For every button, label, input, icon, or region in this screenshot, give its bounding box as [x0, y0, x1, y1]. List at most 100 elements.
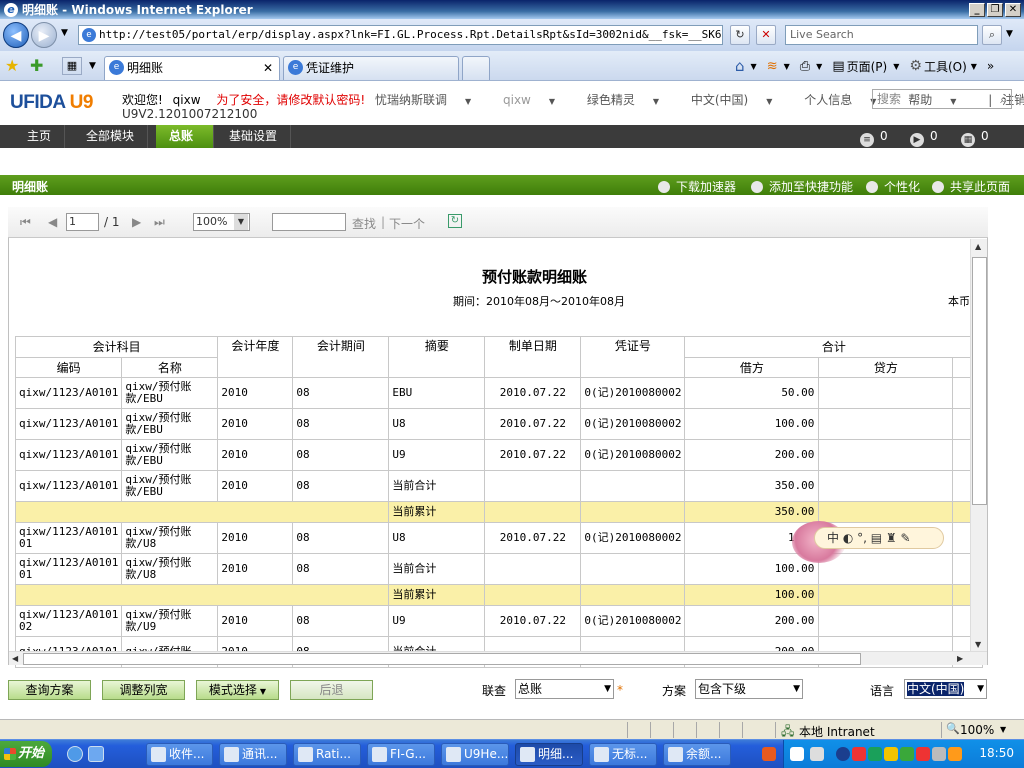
tray-app-icon[interactable]	[836, 747, 850, 761]
next-page-icon[interactable]: ▶	[132, 215, 141, 229]
tab-voucher[interactable]: e 凭证维护	[283, 56, 459, 80]
add-favorites-icon[interactable]: ✚	[30, 56, 43, 75]
tray-update-icon[interactable]	[916, 747, 930, 761]
horizontal-scrollbar[interactable]: ◀ ▶	[9, 651, 987, 665]
refresh-icon[interactable]: ↻	[730, 25, 750, 45]
nav-theme[interactable]: 绿色精灵 ▼	[587, 93, 673, 107]
task-contacts[interactable]: 通讯...	[219, 743, 287, 766]
search-options-icon[interactable]: ▼	[1006, 29, 1013, 39]
vertical-scrollbar[interactable]: ▲ ▼	[970, 239, 987, 652]
close-window-button[interactable]: ✕	[1005, 2, 1021, 17]
personalize-link[interactable]: 个性化	[866, 178, 920, 195]
task-rati[interactable]: Rati...	[293, 743, 361, 766]
tray-help-icon[interactable]	[790, 747, 804, 761]
back-button[interactable]: ◀	[3, 22, 29, 48]
task-balance[interactable]: 余额...	[663, 743, 731, 766]
tray-network-icon[interactable]	[810, 747, 824, 761]
close-tab-icon[interactable]: ✕	[263, 57, 273, 79]
page-menu[interactable]: 页面(P)	[847, 58, 888, 75]
quick-tabs-icon[interactable]: ▦	[62, 57, 82, 75]
ime-toolbar[interactable]: 中 ◐ °, ▤ ♜ ✎	[792, 521, 952, 563]
tray-device-icon[interactable]	[932, 747, 946, 761]
download-accelerator-link[interactable]: 下载加速器	[658, 178, 736, 195]
menu-all-modules[interactable]: 全部模块	[73, 125, 149, 148]
task-u9help[interactable]: U9He...	[441, 743, 509, 766]
add-shortcut-link[interactable]: 添加至快捷功能	[751, 178, 853, 195]
nav-user[interactable]: qixw ▼	[503, 93, 569, 107]
scroll-right-icon[interactable]: ▶	[957, 654, 963, 663]
tab-list-dropdown-icon[interactable]: ▼	[89, 61, 96, 71]
tools-gear-icon[interactable]: ⚙	[909, 58, 922, 74]
tray-volume-icon[interactable]	[884, 747, 898, 761]
zoom-level[interactable]: 100%	[960, 723, 994, 737]
task-inbox[interactable]: 收件...	[146, 743, 213, 766]
feeds-dropdown-icon[interactable]: ▼	[784, 62, 790, 71]
page-number-input[interactable]: 1	[66, 213, 99, 231]
alerts-count[interactable]: ▦ 0	[961, 129, 989, 147]
restore-button[interactable]: ❐	[987, 2, 1003, 17]
print-icon[interactable]: ⎙	[800, 59, 810, 74]
task-fi-gl[interactable]: FI-G...	[367, 743, 435, 766]
nav-company[interactable]: 忧瑞纳斯联调 ▼	[375, 93, 485, 107]
menu-basic-settings[interactable]: 基础设置	[216, 125, 292, 148]
ime-controls[interactable]: 中 ◐ °, ▤ ♜ ✎	[814, 527, 944, 549]
tray-360-icon[interactable]	[868, 747, 882, 761]
page-menu-dropdown-icon[interactable]: ▼	[893, 62, 899, 71]
password-warning[interactable]: 为了安全，请修改默认密码!	[216, 93, 365, 107]
adjust-columns-button[interactable]: 调整列宽	[102, 680, 185, 700]
link-select[interactable]: 总账 ▼	[515, 679, 614, 699]
vertical-scroll-thumb[interactable]	[972, 257, 987, 505]
menu-general-ledger[interactable]: 总账 ✕	[156, 125, 214, 166]
app-search-input[interactable]: 搜索 ⌕	[872, 89, 1012, 109]
page-menu-icon[interactable]: ▤	[832, 59, 844, 74]
feeds-icon[interactable]: ≋	[767, 59, 778, 74]
scroll-left-icon[interactable]: ◀	[12, 654, 18, 663]
search-icon[interactable]: ⌕	[1000, 90, 1007, 108]
tools-menu[interactable]: 工具(O)	[924, 58, 967, 75]
new-tab-button[interactable]	[462, 56, 490, 80]
horizontal-scroll-thumb[interactable]	[23, 653, 861, 665]
find-next-button[interactable]: 下一个	[389, 215, 425, 232]
refresh-report-icon[interactable]: ↻	[448, 214, 462, 228]
tray-alert-icon[interactable]	[852, 747, 866, 761]
favorites-star-icon[interactable]: ★	[5, 56, 19, 75]
close-icon[interactable]: ✕	[177, 152, 187, 166]
share-page-link[interactable]: 共享此页面	[932, 178, 1010, 195]
query-scheme-button[interactable]: 查询方案	[8, 680, 91, 700]
tray-ime-icon[interactable]	[948, 747, 962, 761]
scheme-select[interactable]: 包含下级 ▼	[695, 679, 803, 699]
history-dropdown-icon[interactable]: ▼	[61, 28, 68, 38]
task-detail-ledger[interactable]: 明细...	[515, 743, 583, 766]
last-page-icon[interactable]: ⏭	[154, 215, 165, 230]
back-button-report[interactable]: 后退	[290, 680, 373, 700]
address-bar[interactable]: e http://test05/portal/erp/display.aspx?…	[78, 25, 723, 45]
quicklaunch-ie-icon[interactable]	[67, 746, 83, 762]
print-dropdown-icon[interactable]: ▼	[816, 62, 822, 71]
find-button[interactable]: 查找	[352, 215, 376, 232]
language-select[interactable]: 中文(中国) ▼	[904, 679, 987, 699]
tools-dropdown-icon[interactable]: ▼	[971, 62, 977, 71]
home-dropdown-icon[interactable]: ▼	[751, 62, 757, 71]
find-input[interactable]	[272, 213, 346, 231]
zoom-dropdown-icon[interactable]: ▼	[1000, 725, 1006, 734]
scroll-up-icon[interactable]: ▲	[975, 242, 981, 251]
more-tools-icon[interactable]: »	[987, 59, 994, 73]
start-button[interactable]: 开始	[0, 741, 52, 767]
first-page-icon[interactable]: ⏮	[20, 215, 31, 230]
forward-button[interactable]: ▶	[31, 22, 57, 48]
scroll-down-icon[interactable]: ▼	[975, 640, 981, 649]
tray-security-icon[interactable]	[900, 747, 914, 761]
menu-home[interactable]: 主页	[14, 125, 66, 148]
prev-page-icon[interactable]: ◀	[48, 215, 57, 229]
home-icon[interactable]: ⌂	[735, 57, 745, 75]
tab-detail-ledger[interactable]: e 明细账 ✕	[104, 56, 280, 80]
minimize-button[interactable]: _	[969, 2, 985, 17]
nav-language[interactable]: 中文(中国) ▼	[691, 93, 787, 107]
task-untitled[interactable]: 无标...	[589, 743, 657, 766]
mode-select-button[interactable]: 模式选择 ▼	[196, 680, 279, 700]
search-icon[interactable]: ⌕	[982, 25, 1002, 45]
quicklaunch-ie2-icon[interactable]	[88, 746, 104, 762]
stop-icon[interactable]: ✕	[756, 25, 776, 45]
zoom-select[interactable]: 100% ▼	[193, 213, 250, 231]
messages-count[interactable]: ≡ 0	[860, 129, 888, 147]
